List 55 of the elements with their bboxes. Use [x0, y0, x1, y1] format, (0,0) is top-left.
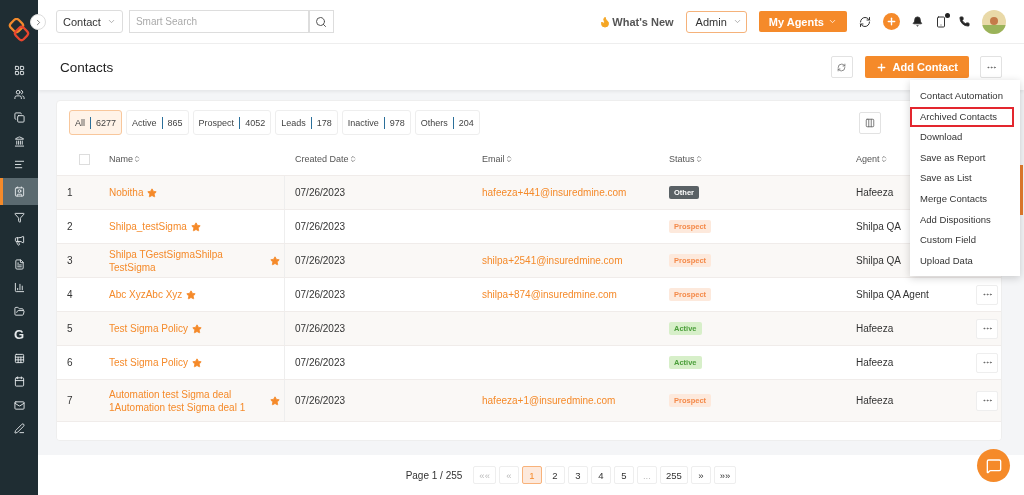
row-number: 6: [67, 357, 73, 368]
created-date: 07/26/2023: [295, 255, 346, 266]
page-button[interactable]: »: [690, 466, 711, 484]
created-date: 07/26/2023: [295, 221, 346, 232]
page-button[interactable]: 3: [567, 466, 588, 484]
column-header[interactable]: Created Date: [295, 154, 357, 164]
agent-name: Shilpa QA Agent: [856, 289, 929, 300]
page-button[interactable]: 255: [659, 466, 688, 484]
created-date: 07/26/2023: [295, 187, 346, 198]
agent-name: Hafeeza: [856, 187, 894, 198]
filter-tab[interactable]: Inactive 978: [341, 110, 411, 135]
row-number: 1: [67, 187, 73, 198]
filter-tab[interactable]: All 6277: [69, 110, 123, 135]
filter-tab[interactable]: Active 865: [126, 110, 189, 135]
column-header[interactable]: Email: [482, 154, 513, 164]
menu-item[interactable]: Archived Contacts: [910, 106, 1014, 128]
sidebar-item[interactable]: G: [0, 324, 38, 346]
scope-select[interactable]: Contact: [56, 10, 123, 33]
row-number: 3: [67, 255, 73, 266]
menu-item[interactable]: Upload Data: [910, 250, 1014, 272]
page-button[interactable]: »»: [713, 466, 737, 484]
menu-item[interactable]: Save as Report: [910, 147, 1014, 169]
row-number: 2: [67, 221, 73, 232]
menu-item[interactable]: Contact Automation: [910, 86, 1014, 107]
column-header[interactable]: Status: [669, 154, 703, 164]
whats-new-link[interactable]: What's New: [599, 15, 674, 28]
page-title: Contacts: [60, 59, 114, 75]
page-button[interactable]: 4: [590, 466, 611, 484]
created-date: 07/26/2023: [295, 357, 346, 368]
created-date: 07/26/2023: [295, 395, 346, 406]
menu-item[interactable]: Add Dispositions: [910, 209, 1014, 231]
menu-item[interactable]: Download: [910, 127, 1014, 148]
column-header[interactable]: Name: [109, 154, 141, 164]
created-date: 07/26/2023: [295, 289, 346, 300]
agent-name: Shilpa QA: [856, 255, 902, 266]
search-field[interactable]: Smart Search: [128, 10, 309, 33]
role-select[interactable]: Admin: [685, 10, 747, 33]
agent-name: Hafeeza: [856, 357, 894, 368]
agent-name: Hafeeza: [856, 323, 894, 334]
column-header[interactable]: Agent: [856, 154, 888, 164]
filter-tab[interactable]: Others 204: [414, 110, 480, 135]
row-number: 7: [67, 395, 73, 406]
filter-tab[interactable]: Prospect 4052: [192, 110, 272, 135]
page-button[interactable]: 2: [544, 466, 565, 484]
agent-name: Hafeeza: [856, 395, 894, 406]
page-button[interactable]: 5: [613, 466, 634, 484]
row-number: 4: [67, 289, 73, 300]
menu-item[interactable]: Save as List: [910, 168, 1014, 189]
page-label: Page 1 / 255: [405, 469, 463, 481]
row-number: 5: [67, 323, 73, 334]
created-date: 07/26/2023: [295, 323, 346, 334]
menu-item[interactable]: Custom Field: [910, 230, 1014, 251]
menu-item[interactable]: Merge Contacts: [910, 188, 1014, 210]
filter-tab[interactable]: Leads 178: [275, 110, 338, 135]
agent-name: Shilpa QA: [856, 221, 902, 232]
